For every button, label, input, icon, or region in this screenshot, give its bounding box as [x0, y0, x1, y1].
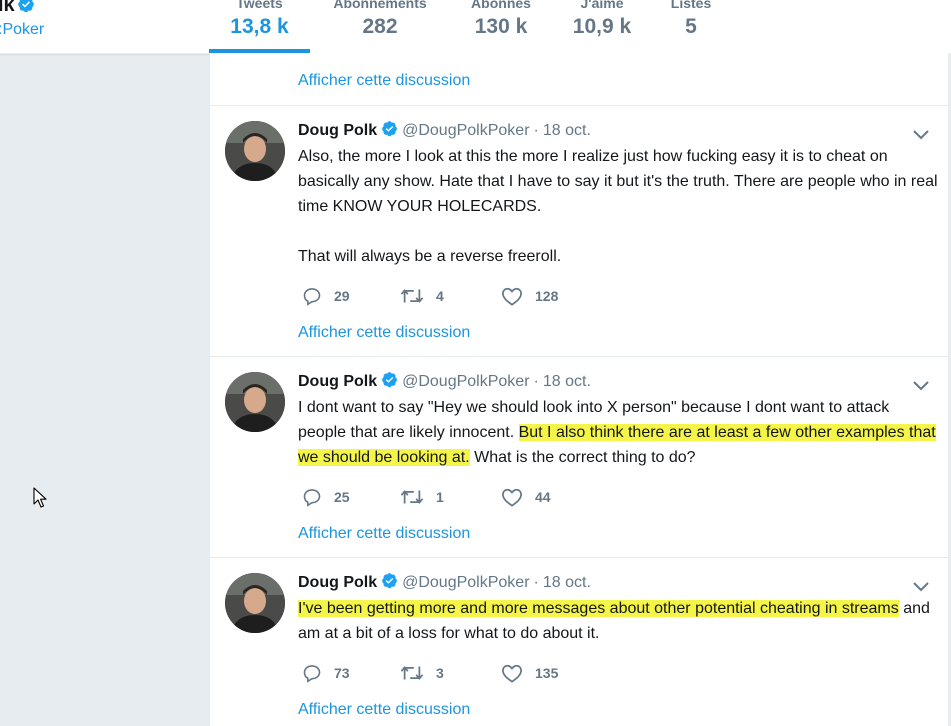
like-button[interactable]: 128 [501, 286, 558, 306]
stat-label: Listes [670, 0, 712, 11]
stat-tweets[interactable]: Tweets 13,8 k [209, 0, 310, 53]
verified-badge-icon [381, 120, 398, 142]
highlighted-text: I've been getting more and more messages… [298, 600, 899, 617]
stat-following[interactable]: Abonnements 282 [328, 0, 432, 53]
tweet-paragraph: I dont want to say "Hey we should look i… [298, 395, 938, 470]
author-name[interactable]: Doug Polk [298, 122, 377, 139]
stat-label: Tweets [236, 0, 283, 11]
reply-icon [302, 487, 322, 507]
retweet-count: 1 [436, 489, 444, 505]
author-handle[interactable]: @DougPolkPoker [402, 373, 529, 390]
stat-value: 130 k [474, 15, 528, 38]
chevron-down-icon[interactable] [912, 128, 930, 140]
profile-name-text: lk [0, 0, 15, 16]
tweet-paragraph: Also, the more I look at this the more I… [298, 148, 938, 215]
tweet-text: I've been getting more and more messages… [298, 596, 938, 646]
like-icon [501, 663, 523, 683]
stat-value: 13,8 k [230, 15, 289, 38]
stat-value: 5 [685, 15, 697, 38]
reply-count: 29 [334, 288, 350, 304]
stat-lists[interactable]: Listes 5 [667, 0, 715, 53]
show-thread-link[interactable]: Afficher cette discussion [298, 525, 470, 543]
avatar[interactable] [225, 372, 285, 432]
reply-icon [302, 286, 322, 306]
chevron-down-icon[interactable] [912, 379, 930, 391]
tweet-header: Doug Polk @DougPolkPoker · 18 oct. [298, 371, 591, 393]
profile-name[interactable]: lk [0, 0, 35, 19]
reply-button[interactable]: 73 [302, 663, 350, 683]
stat-likes[interactable]: J'aime 10,9 k [565, 0, 639, 53]
retweet-icon [400, 663, 424, 683]
show-thread-link[interactable]: Afficher cette discussion [298, 324, 470, 342]
stat-label: Abonnés [471, 0, 531, 11]
reply-count: 73 [334, 665, 350, 681]
author-handle[interactable]: @DougPolkPoker [402, 122, 529, 139]
timestamp[interactable]: 18 oct. [543, 574, 591, 591]
author-name[interactable]: Doug Polk [298, 373, 377, 390]
like-button[interactable]: 44 [501, 487, 551, 507]
tweet-text: Also, the more I look at this the more I… [298, 144, 938, 269]
retweet-count: 3 [436, 665, 444, 681]
verified-badge-icon [17, 0, 35, 19]
tweet[interactable]: Doug Polk @DougPolkPoker · 18 oct. Also, th… [210, 105, 948, 308]
tweet-paragraph: That will always be a reverse freeroll. [298, 248, 562, 265]
retweet-count: 4 [436, 288, 444, 304]
retweet-icon [400, 286, 424, 306]
stat-followers[interactable]: Abonnés 130 k [465, 0, 537, 53]
verified-badge-icon [381, 371, 398, 393]
text-segment: What is the correct thing to do? [469, 449, 696, 466]
retweet-button[interactable]: 1 [400, 487, 444, 507]
like-count: 128 [535, 288, 559, 304]
timeline: Afficher cette discussion Doug Polk @Doug… [210, 53, 948, 726]
verified-badge-icon [381, 572, 398, 594]
tweet-actions: 25 1 44 [298, 487, 698, 509]
stat-value: 282 [362, 15, 398, 38]
like-icon [501, 286, 523, 306]
separator: · [533, 574, 539, 591]
retweet-icon [400, 487, 424, 507]
tweet-actions: 73 3 135 [298, 663, 698, 685]
tweet-header: Doug Polk @DougPolkPoker · 18 oct. [298, 120, 591, 142]
reply-count: 25 [334, 489, 350, 505]
retweet-button[interactable]: 4 [400, 286, 444, 306]
profile-handle[interactable]: :Poker [0, 21, 44, 39]
like-button[interactable]: 135 [501, 663, 558, 683]
show-thread-link[interactable]: Afficher cette discussion [298, 72, 470, 90]
tweet-text: I dont want to say "Hey we should look i… [298, 395, 938, 470]
separator: · [533, 373, 539, 390]
chevron-down-icon[interactable] [912, 580, 930, 592]
like-count: 135 [535, 665, 559, 681]
author-handle[interactable]: @DougPolkPoker [402, 574, 529, 591]
tweet-header: Doug Polk @DougPolkPoker · 18 oct. [298, 572, 591, 594]
reply-icon [302, 663, 322, 683]
author-name[interactable]: Doug Polk [298, 574, 377, 591]
reply-button[interactable]: 29 [302, 286, 350, 306]
stat-label: J'aime [580, 0, 624, 11]
separator: · [533, 122, 539, 139]
tweet-paragraph: I've been getting more and more messages… [298, 596, 938, 646]
like-count: 44 [535, 489, 551, 505]
avatar[interactable] [225, 573, 285, 633]
mouse-cursor-icon [33, 487, 47, 514]
show-thread-link[interactable]: Afficher cette discussion [298, 701, 470, 719]
timestamp[interactable]: 18 oct. [543, 122, 591, 139]
profile-nav-bar: lk :Poker Tweets 13,8 k Abonnements 282 … [0, 0, 951, 54]
timestamp[interactable]: 18 oct. [543, 373, 591, 390]
avatar[interactable] [225, 121, 285, 181]
stat-label: Abonnements [333, 0, 427, 11]
tweet-actions: 29 4 128 [298, 286, 698, 308]
like-icon [501, 487, 523, 507]
stat-value: 10,9 k [572, 15, 632, 38]
retweet-button[interactable]: 3 [400, 663, 444, 683]
reply-button[interactable]: 25 [302, 487, 350, 507]
